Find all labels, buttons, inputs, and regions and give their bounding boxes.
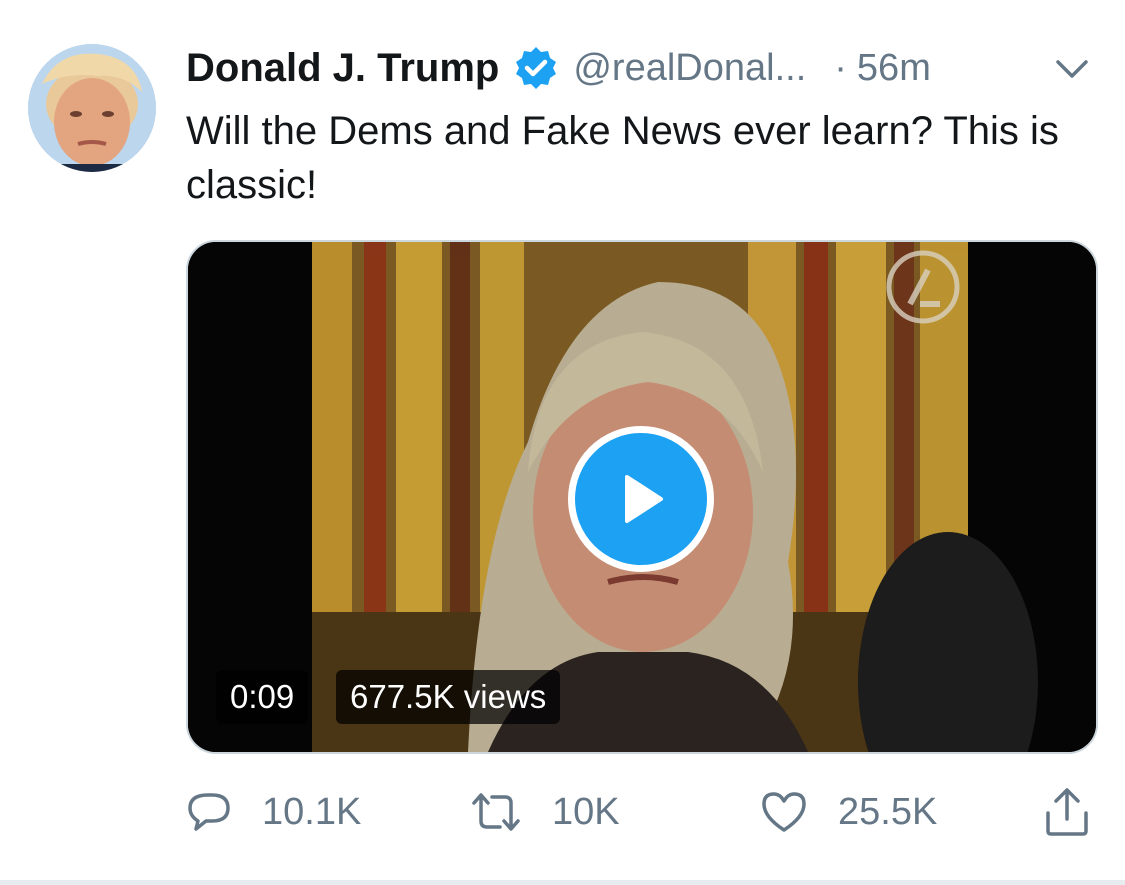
meta-separator: · — [834, 46, 847, 89]
retweet-button[interactable]: 10K — [470, 780, 620, 844]
reply-icon — [188, 793, 230, 831]
video-duration-badge: 0:09 — [216, 670, 309, 724]
tweet-header: Donald J. Trump @realDonal... · 56m — [186, 40, 1106, 96]
tweet-text: Will the Dems and Fake News ever learn? … — [186, 109, 1059, 207]
heart-icon — [762, 792, 806, 832]
chevron-down-icon[interactable] — [1055, 52, 1089, 86]
play-icon — [625, 475, 663, 523]
like-count: 25.5K — [838, 790, 938, 833]
author-handle[interactable]: @realDonal... — [573, 47, 806, 90]
retweet-count: 10K — [552, 790, 620, 833]
author-avatar[interactable] — [28, 44, 156, 172]
video-views-badge: 677.5K views — [336, 670, 561, 724]
retweet-icon — [472, 793, 520, 831]
author-display-name[interactable]: Donald J. Trump — [186, 46, 499, 91]
verified-badge-icon — [513, 45, 559, 91]
share-button[interactable] — [1044, 780, 1090, 844]
like-button[interactable]: 25.5K — [760, 780, 937, 844]
tweet-divider — [0, 880, 1125, 885]
share-icon — [1046, 788, 1088, 836]
reply-button[interactable]: 10.1K — [186, 780, 361, 844]
tweet-actions-bar: 10.1K 10K 25.5K — [186, 780, 1106, 844]
avatar-image — [28, 44, 156, 172]
tweet-timestamp[interactable]: 56m — [857, 47, 931, 90]
video-player[interactable]: 0:09 677.5K views — [186, 240, 1098, 754]
reply-count: 10.1K — [262, 790, 362, 833]
play-button[interactable] — [568, 426, 714, 572]
tweet-card[interactable]: Donald J. Trump @realDonal... · 56m Will… — [0, 0, 1125, 885]
